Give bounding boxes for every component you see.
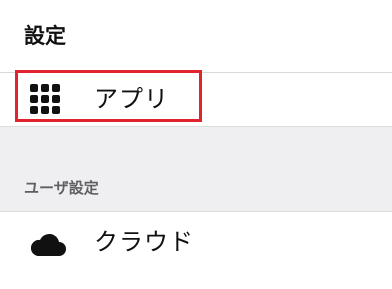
cloud-icon [28, 231, 68, 263]
bottom-area [0, 269, 392, 289]
title-bar: 設定 [0, 0, 392, 73]
app-grid-icon [28, 82, 62, 120]
app-grid-icon-graphic [30, 84, 60, 114]
user-settings-section: ユーザ設定 [0, 126, 392, 212]
cloud-icon-graphic [30, 233, 66, 256]
menu-item-cloud[interactable]: クラウド [0, 213, 392, 269]
menu-item-apps[interactable]: アプリ [0, 73, 392, 126]
apps-label: アプリ [94, 85, 169, 113]
settings-screen: 設定 アプリ ユーザ設定 クラウド [0, 0, 392, 289]
section-title-user-settings: ユーザ設定 [24, 179, 99, 197]
cloud-label: クラウド [94, 228, 194, 256]
page-title: 設定 [24, 24, 66, 48]
